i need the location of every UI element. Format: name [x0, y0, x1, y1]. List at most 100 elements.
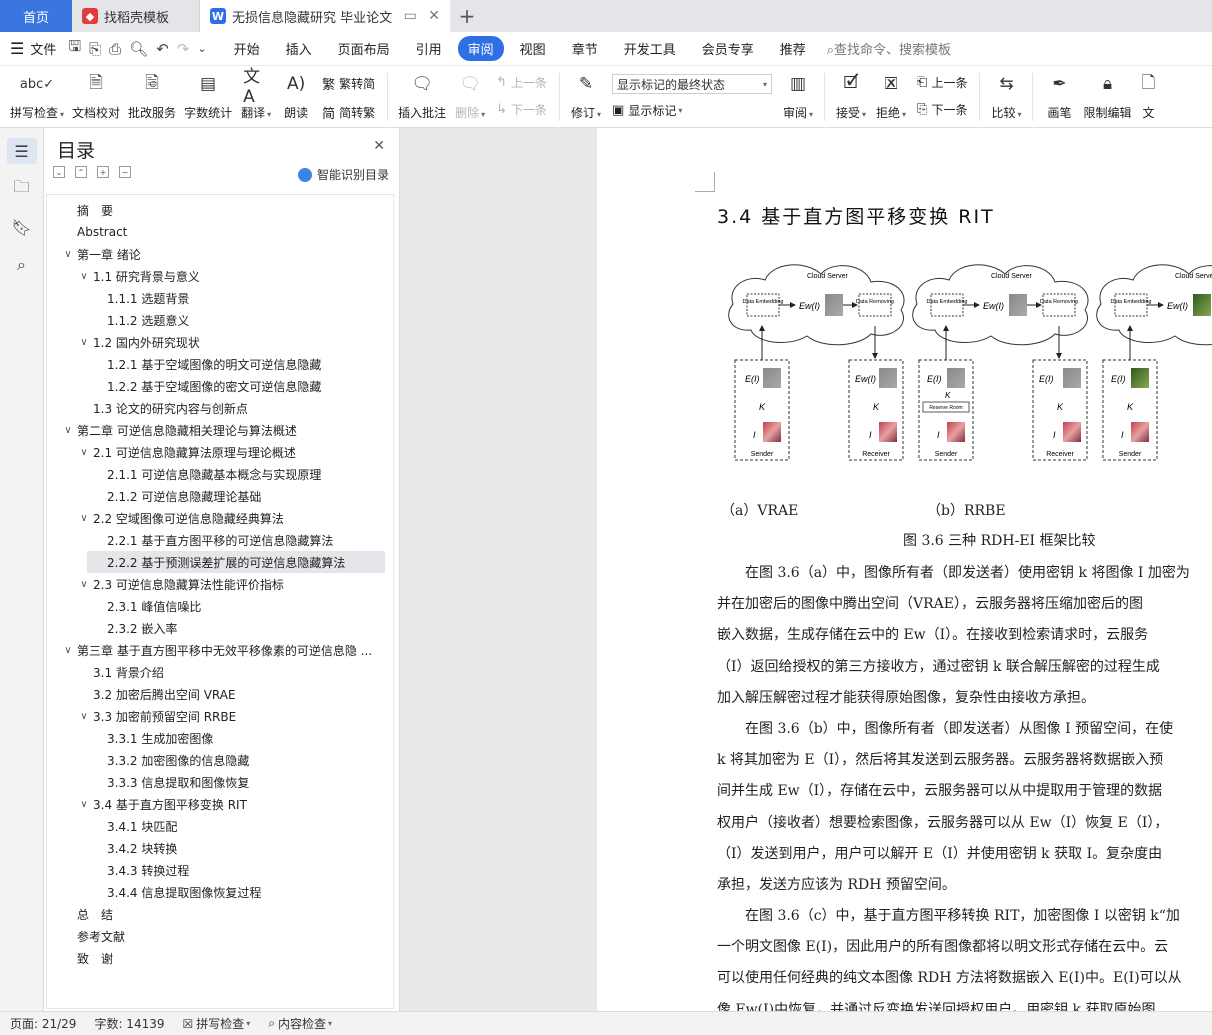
accept-button[interactable]: 🗹 接受 ▾: [831, 66, 871, 121]
bookmark-icon[interactable]: 🔖︎: [7, 214, 37, 240]
more-icon[interactable]: ⌄: [197, 42, 206, 55]
chevron-down-icon[interactable]: ∨: [77, 337, 91, 348]
next-change-button[interactable]: ⎘ 下一条: [917, 101, 967, 118]
toc-item[interactable]: 2.3.1 峰值信噪比: [47, 595, 393, 617]
toc-item[interactable]: 3.4.2 块转换: [47, 837, 393, 859]
insert-comment-button[interactable]: 🗨 插入批注: [394, 66, 450, 121]
track-changes-button[interactable]: ✎ 修订 ▾: [566, 66, 606, 121]
plus-icon[interactable]: +: [97, 166, 109, 178]
export-icon[interactable]: ⎘: [89, 40, 101, 58]
close-icon[interactable]: ✕: [373, 138, 385, 154]
chevron-down-icon[interactable]: ∨: [77, 711, 91, 722]
pen-button[interactable]: ✒ 画笔: [1039, 66, 1079, 121]
page-indicator[interactable]: 页面: 21/29: [10, 1015, 76, 1032]
toc-item[interactable]: ∨ 第一章 绪论: [47, 243, 393, 265]
chevron-down-icon[interactable]: ∨: [77, 447, 91, 458]
menu-reference[interactable]: 引用: [406, 36, 452, 61]
toc-item[interactable]: ∨ 1.2 国内外研究现状: [47, 331, 393, 353]
review-pane-button[interactable]: ▥ 审阅 ▾: [778, 66, 818, 121]
command-search[interactable]: ⌕查找命令、搜索模板: [827, 39, 951, 58]
toc-item[interactable]: 2.1.1 可逆信息隐藏基本概念与实现原理: [47, 463, 393, 485]
expand-up-icon[interactable]: ⌃: [75, 166, 87, 178]
toc-item[interactable]: 参考文献: [47, 925, 393, 947]
toc-item[interactable]: 3.3.3 信息提取和图像恢复: [47, 771, 393, 793]
toc-item[interactable]: 3.4.1 块匹配: [47, 815, 393, 837]
menu-page-layout[interactable]: 页面布局: [328, 36, 400, 61]
tab-home[interactable]: 首页: [0, 0, 72, 32]
chevron-down-icon[interactable]: ∨: [77, 799, 91, 810]
toc-item[interactable]: 3.4.3 转换过程: [47, 859, 393, 881]
body-text[interactable]: 在图 3.6（a）中，图像所有者（即发送者）使用密钥 k 将图像 I 加密为 并…: [717, 558, 1212, 1011]
word-count-indicator[interactable]: 字数: 14139: [94, 1015, 164, 1032]
toc-item[interactable]: 致 谢: [47, 947, 393, 969]
new-tab-button[interactable]: +: [450, 0, 484, 32]
delete-comment-button[interactable]: 🗨 删除 ▾: [450, 66, 490, 121]
show-markup-button[interactable]: ▣ 显示标记 ▾: [612, 102, 772, 119]
chevron-down-icon[interactable]: ∨: [77, 513, 91, 524]
toc-item[interactable]: 1.1.1 选题背景: [47, 287, 393, 309]
toc-item[interactable]: ∨ 2.3 可逆信息隐藏算法性能评价指标: [47, 573, 393, 595]
toc-item[interactable]: ∨ 3.4 基于直方图平移变换 RIT: [47, 793, 393, 815]
toc-item[interactable]: ∨ 第二章 可逆信息隐藏相关理论与算法概述: [47, 419, 393, 441]
doc-proof-button[interactable]: 🗎 文档校对: [68, 66, 124, 121]
simp-to-trad-button[interactable]: 简简转繁: [322, 103, 375, 122]
toc-item[interactable]: 2.1.2 可逆信息隐藏理论基础: [47, 485, 393, 507]
find-icon[interactable]: ⌕: [7, 252, 37, 278]
undo-icon[interactable]: ↶: [156, 40, 169, 58]
menu-start[interactable]: 开始: [224, 36, 270, 61]
next-comment-button[interactable]: ↳ 下一条: [496, 101, 547, 118]
menu-insert[interactable]: 插入: [276, 36, 322, 61]
toc-item[interactable]: ∨ 3.3 加密前预留空间 RRBE: [47, 705, 393, 727]
spell-check-status[interactable]: ☒ 拼写检查 ▾: [183, 1015, 251, 1032]
toc-item[interactable]: 3.3.2 加密图像的信息隐藏: [47, 749, 393, 771]
menu-developer[interactable]: 开发工具: [614, 36, 686, 61]
save-icon[interactable]: 🖫: [68, 36, 81, 61]
collapse-all-icon[interactable]: ⌄: [53, 166, 65, 178]
tab-template[interactable]: ◆ 找稻壳模板: [72, 0, 200, 32]
menu-review[interactable]: 审阅: [457, 36, 504, 61]
toc-item[interactable]: 摘 要: [47, 199, 393, 221]
smart-toc-button[interactable]: 智能识别目录: [297, 166, 389, 183]
document-page[interactable]: 3.4 基于直方图平移变换 RIT Cloud Server Data Embe…: [597, 128, 1212, 1011]
toc-item[interactable]: ∨ 第三章 基于直方图平移中无效平移像素的可逆信息隐 ...: [47, 639, 393, 661]
toc-item[interactable]: 3.1 背景介绍: [47, 661, 393, 683]
minus-icon[interactable]: −: [119, 166, 131, 178]
translate-button[interactable]: 文A 翻译 ▾: [236, 66, 276, 121]
toc-item[interactable]: ∨ 2.2 空域图像可逆信息隐藏经典算法: [47, 507, 393, 529]
chevron-down-icon[interactable]: ∨: [61, 425, 75, 436]
toc-item[interactable]: 1.2.1 基于空域图像的明文可逆信息隐藏: [47, 353, 393, 375]
toc-item[interactable]: 2.3.2 嵌入率: [47, 617, 393, 639]
toc-item[interactable]: ∨ 2.1 可逆信息隐藏算法原理与理论概述: [47, 441, 393, 463]
word-count-button[interactable]: ▤ 字数统计: [180, 66, 236, 121]
close-tab-icon[interactable]: ✕: [422, 8, 440, 24]
content-check-status[interactable]: ⌕ 内容检查 ▾: [268, 1015, 332, 1032]
tab-document[interactable]: W 无损信息隐藏研究 毕业论文 ▭ ✕: [200, 0, 450, 32]
menu-member[interactable]: 会员专享: [692, 36, 764, 61]
chevron-down-icon[interactable]: ∨: [77, 271, 91, 282]
redo-icon[interactable]: ↷: [177, 40, 190, 58]
toc-panel-icon[interactable]: ☰: [6, 138, 37, 164]
chapter-nav-icon[interactable]: 🗀: [7, 176, 37, 202]
toc-item[interactable]: 3.2 加密后腾出空间 VRAE: [47, 683, 393, 705]
toc-item-selected[interactable]: 2.2.2 基于预测误差扩展的可逆信息隐藏算法: [87, 551, 385, 573]
toc-item[interactable]: 1.1.2 选题意义: [47, 309, 393, 331]
file-menu[interactable]: ☰ 文件: [10, 39, 56, 58]
menu-chapter[interactable]: 章节: [562, 36, 608, 61]
chevron-down-icon[interactable]: ∨: [61, 645, 75, 656]
spell-check-button[interactable]: abc✓ 拼写检查 ▾: [6, 66, 68, 121]
reject-button[interactable]: 🗷 拒绝 ▾: [871, 66, 911, 121]
batch-service-button[interactable]: 🗟 批改服务: [124, 66, 180, 121]
toc-item[interactable]: 1.2.2 基于空域图像的密文可逆信息隐藏: [47, 375, 393, 397]
doc-permission-button[interactable]: 🗋 文: [1135, 66, 1165, 121]
print-icon[interactable]: ⎙: [109, 40, 121, 58]
menu-view[interactable]: 视图: [510, 36, 556, 61]
read-aloud-button[interactable]: A) 朗读: [276, 66, 316, 121]
markup-state-select[interactable]: 显示标记的最终状态 ▾: [612, 74, 773, 94]
menu-recommend[interactable]: 推荐: [770, 36, 816, 61]
prev-change-button[interactable]: ⎗ 上一条: [917, 74, 967, 91]
toc-item[interactable]: ∨ 1.1 研究背景与意义: [47, 265, 393, 287]
chevron-down-icon[interactable]: ∨: [77, 579, 91, 590]
trad-to-simp-button[interactable]: 繁繁转简: [322, 74, 375, 93]
toc-item[interactable]: 3.3.1 生成加密图像: [47, 727, 393, 749]
prev-comment-button[interactable]: ↰ 上一条: [496, 74, 547, 91]
